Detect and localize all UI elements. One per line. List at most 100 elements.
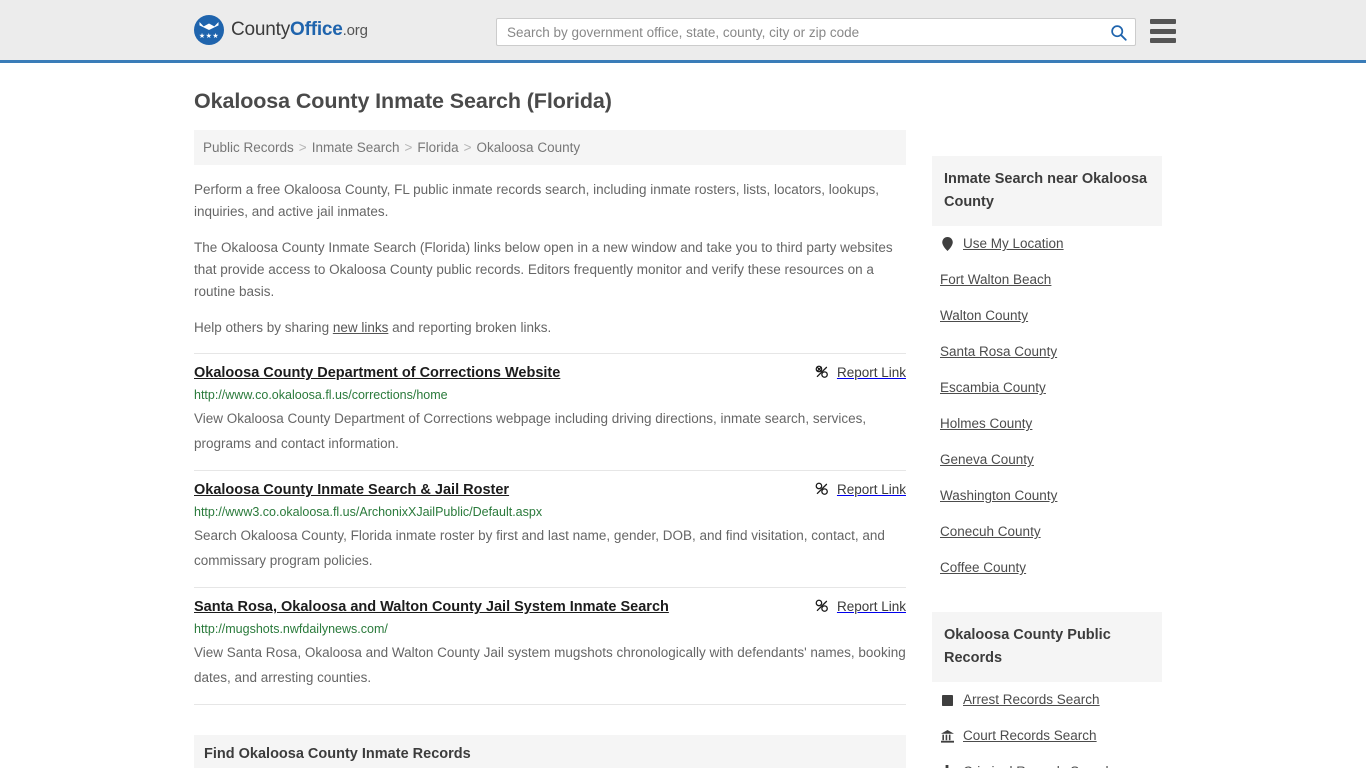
sidebar-nearby-list: Use My Location Fort Walton Beach Walton… (932, 226, 1162, 586)
report-link-button[interactable]: Report Link (814, 597, 906, 614)
result-title-link[interactable]: Okaloosa County Inmate Search & Jail Ros… (194, 480, 800, 500)
sidebar-item-label: Escambia County (940, 380, 1046, 395)
main-column: Public Records > Inmate Search > Florida > Oka… (194, 130, 906, 768)
broken-link-icon (815, 365, 828, 378)
list-item: Arrest Records Search (932, 682, 1162, 718)
list-item: Fort Walton Beach (932, 262, 1162, 298)
hamburger-icon-bar (1150, 38, 1176, 43)
page-container: Okaloosa County Inmate Search (Florida) … (0, 89, 1366, 768)
list-item: Criminal Records Search (932, 754, 1162, 768)
report-link-button[interactable]: Report Link (814, 480, 906, 497)
breadcrumb-item-florida[interactable]: Florida (417, 140, 458, 155)
breadcrumb-item-current: Okaloosa County (476, 140, 581, 155)
content-columns: Public Records > Inmate Search > Florida > Oka… (194, 130, 1172, 768)
sidebar-nearby-heading: Inmate Search near Okaloosa County (932, 156, 1162, 226)
search-bar[interactable] (496, 18, 1136, 46)
report-link-label: Report Link (836, 598, 906, 614)
breadcrumb-separator: > (298, 140, 307, 155)
intro-paragraph-1: Perform a free Okaloosa County, FL publi… (194, 182, 880, 219)
sidebar-item-coffee-county[interactable]: Coffee County (932, 550, 1162, 586)
result-item: Okaloosa County Inmate Search & Jail Ros… (194, 471, 906, 588)
brand-first: County (231, 19, 291, 40)
sidebar-item-label: Arrest Records Search (963, 692, 1100, 707)
result-title-link[interactable]: Okaloosa County Department of Correction… (194, 363, 800, 383)
intro-p3-after: and reporting broken links. (388, 320, 552, 335)
sidebar-item-fort-walton-beach[interactable]: Fort Walton Beach (932, 262, 1162, 298)
courthouse-icon (940, 729, 954, 744)
search-button[interactable] (1101, 19, 1135, 45)
sidebar-item-escambia-county[interactable]: Escambia County (932, 370, 1162, 406)
sidebar-item-santa-rosa-county[interactable]: Santa Rosa County (932, 334, 1162, 370)
sidebar-item-court-records-search[interactable]: Court Records Search (932, 718, 1162, 754)
list-item: Holmes County (932, 406, 1162, 442)
result-description: View Okaloosa County Department of Corre… (194, 411, 867, 451)
breadcrumb-separator: > (463, 140, 472, 155)
sidebar-item-label: Fort Walton Beach (940, 272, 1052, 287)
brand-tld: .org (342, 22, 368, 39)
result-url[interactable]: http://mugshots.nwfdailynews.com/ (194, 621, 906, 638)
sidebar-item-label: Washington County (940, 488, 1058, 503)
report-link-label: Report Link (836, 481, 906, 497)
result-header: Okaloosa County Inmate Search & Jail Ros… (194, 480, 906, 500)
result-description: Search Okaloosa County, Florida inmate r… (194, 528, 885, 568)
sidebar-item-use-my-location[interactable]: Use My Location (932, 226, 1162, 262)
sidebar-item-conecuh-county[interactable]: Conecuh County (932, 514, 1162, 550)
sidebar-item-label: Criminal Records Search (963, 763, 1113, 768)
sidebar-item-label: Court Records Search (963, 728, 1097, 743)
sidebar-item-holmes-county[interactable]: Holmes County (932, 406, 1162, 442)
breadcrumb: Public Records > Inmate Search > Florida > Oka… (194, 130, 906, 165)
find-records-heading: Find Okaloosa County Inmate Records (194, 735, 906, 768)
list-item: Geneva County (932, 442, 1162, 478)
sidebar-item-arrest-records-search[interactable]: Arrest Records Search (932, 682, 1162, 718)
intro-paragraph-2: The Okaloosa County Inmate Search (Flori… (194, 240, 893, 299)
intro-p3-before: Help others by sharing (194, 320, 333, 335)
report-link-label: Report Link (836, 364, 906, 380)
report-link-button[interactable]: Report Link (814, 363, 906, 380)
sidebar-public-records-list: Arrest Records Search Court Records Sear… (932, 682, 1162, 768)
sidebar-item-label: Holmes County (940, 416, 1033, 431)
result-item: Okaloosa County Department of Correction… (194, 353, 906, 471)
list-item: Walton County (932, 298, 1162, 334)
broken-link-icon (815, 599, 828, 612)
result-title-link[interactable]: Santa Rosa, Okaloosa and Walton County J… (194, 597, 800, 617)
list-item: Coffee County (932, 550, 1162, 586)
result-url[interactable]: http://www3.co.okaloosa.fl.us/ArchonixXJ… (194, 504, 906, 521)
sidebar-item-washington-county[interactable]: Washington County (932, 478, 1162, 514)
result-url[interactable]: http://www.co.okaloosa.fl.us/corrections… (194, 387, 906, 404)
sidebar-item-label: Conecuh County (940, 524, 1041, 539)
sidebar: Inmate Search near Okaloosa County Use M… (932, 130, 1162, 768)
sidebar-item-label: Walton County (940, 308, 1029, 323)
search-input[interactable] (497, 19, 1101, 45)
list-item: Santa Rosa County (932, 334, 1162, 370)
page-title: Okaloosa County Inmate Search (Florida) (194, 89, 612, 113)
search-icon (1110, 24, 1127, 41)
sidebar-item-criminal-records-search[interactable]: Criminal Records Search (932, 754, 1162, 768)
result-description: View Santa Rosa, Okaloosa and Walton Cou… (194, 645, 906, 685)
sidebar-public-records-heading: Okaloosa County Public Records (932, 612, 1162, 682)
result-header: Santa Rosa, Okaloosa and Walton County J… (194, 597, 906, 617)
sidebar-item-label: Geneva County (940, 452, 1034, 467)
result-header: Okaloosa County Department of Correction… (194, 363, 906, 383)
results-list: Okaloosa County Department of Correction… (194, 353, 906, 705)
map-pin-icon (940, 237, 954, 252)
sidebar-item-walton-county[interactable]: Walton County (932, 298, 1162, 334)
site-logo[interactable]: ★★★ CountyOffice.org (194, 15, 368, 45)
list-item: Washington County (932, 478, 1162, 514)
breadcrumb-item-inmate-search[interactable]: Inmate Search (312, 140, 400, 155)
sidebar-item-label: Coffee County (940, 560, 1027, 575)
intro-paragraph-3: Help others by sharing new links and rep… (194, 317, 906, 339)
brand-bold: Office (290, 19, 343, 40)
hamburger-icon-bar (1150, 19, 1176, 24)
new-links-link[interactable]: new links (333, 320, 389, 335)
list-item: Court Records Search (932, 718, 1162, 754)
result-item: Santa Rosa, Okaloosa and Walton County J… (194, 588, 906, 705)
sidebar-item-geneva-county[interactable]: Geneva County (932, 442, 1162, 478)
site-header: ★★★ CountyOffice.org (0, 0, 1366, 63)
fingerprint-icon (940, 693, 954, 708)
intro-text: Perform a free Okaloosa County, FL publi… (194, 179, 906, 339)
menu-button[interactable] (1150, 19, 1176, 43)
breadcrumb-item-public-records[interactable]: Public Records (203, 140, 294, 155)
list-item: Escambia County (932, 370, 1162, 406)
hamburger-icon-bar (1150, 28, 1176, 34)
sidebar-item-label: Use My Location (963, 236, 1064, 251)
